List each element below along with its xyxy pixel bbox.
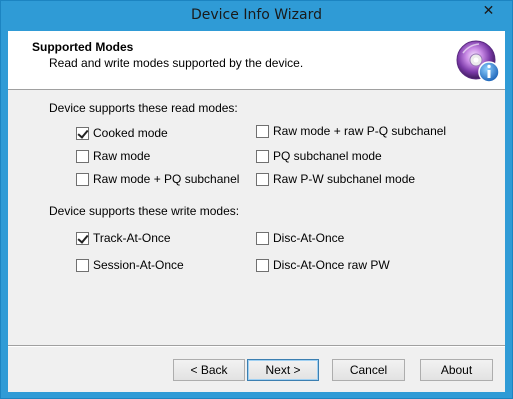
checkbox-raw-mode-raw-pq[interactable]: Raw mode + raw P-Q subchanel xyxy=(256,123,446,139)
checkbox-raw-pw-subchanel-mode[interactable]: Raw P-W subchanel mode xyxy=(256,171,415,187)
checkbox-label: Session-At-Once xyxy=(93,258,184,272)
checkbox-box[interactable] xyxy=(256,258,269,272)
write-modes-label: Device supports these write modes: xyxy=(49,204,240,218)
checkbox-session-at-once[interactable]: Session-At-Once xyxy=(76,257,184,273)
checkbox-box[interactable] xyxy=(256,149,269,163)
checkbox-box[interactable] xyxy=(76,231,89,245)
dialog-body: Supported Modes Read and write modes sup… xyxy=(8,31,505,392)
next-button[interactable]: Next > xyxy=(247,359,319,381)
checkbox-pq-subchanel-mode[interactable]: PQ subchanel mode xyxy=(256,148,382,164)
checkbox-label: Raw mode + PQ subchanel xyxy=(93,172,240,186)
disc-info-icon xyxy=(456,40,500,83)
checkbox-box[interactable] xyxy=(256,231,269,245)
read-modes-label: Device supports these read modes: xyxy=(49,101,238,115)
checkbox-label: Raw P-W subchanel mode xyxy=(273,172,416,186)
checkbox-raw-mode[interactable]: Raw mode xyxy=(76,148,150,164)
close-icon: ✕ xyxy=(482,3,495,19)
checkbox-box[interactable] xyxy=(256,124,269,138)
checkbox-disc-at-once-raw-pw[interactable]: Disc-At-Once raw PW xyxy=(256,257,390,273)
checkbox-box[interactable] xyxy=(76,258,89,272)
window-title: Device Info Wizard xyxy=(190,7,323,23)
checkbox-raw-mode-pq[interactable]: Raw mode + PQ subchanel xyxy=(76,171,239,187)
cancel-button[interactable]: Cancel xyxy=(332,359,405,381)
wizard-window: Device Info Wizard ✕ Supported Modes Rea… xyxy=(0,0,513,399)
close-button[interactable]: ✕ xyxy=(471,1,506,21)
checkbox-label: Track-At-Once xyxy=(93,231,171,245)
title-bar[interactable]: Device Info Wizard ✕ xyxy=(1,1,512,31)
checkbox-box[interactable] xyxy=(76,126,89,140)
checkbox-cooked-mode[interactable]: Cooked mode xyxy=(76,125,168,141)
checkbox-label: Raw mode xyxy=(93,149,151,163)
checkbox-disc-at-once[interactable]: Disc-At-Once xyxy=(256,230,344,246)
checkbox-label: Cooked mode xyxy=(93,126,168,140)
about-button[interactable]: About xyxy=(420,359,493,381)
header-subtitle: Read and write modes supported by the de… xyxy=(49,56,304,70)
checkbox-label: PQ subchanel mode xyxy=(273,149,382,163)
back-button[interactable]: < Back xyxy=(173,359,245,381)
checkbox-label: Raw mode + raw P-Q subchanel xyxy=(273,124,447,138)
wizard-header: Supported Modes Read and write modes sup… xyxy=(8,31,505,90)
checkbox-box[interactable] xyxy=(76,149,89,163)
checkbox-track-at-once[interactable]: Track-At-Once xyxy=(76,230,171,246)
checkbox-label: Disc-At-Once xyxy=(273,231,345,245)
header-title: Supported Modes xyxy=(32,40,134,54)
checkbox-box[interactable] xyxy=(256,172,269,186)
checkbox-label: Disc-At-Once raw PW xyxy=(273,258,390,272)
checkbox-box[interactable] xyxy=(76,172,89,186)
footer-separator xyxy=(8,345,505,347)
